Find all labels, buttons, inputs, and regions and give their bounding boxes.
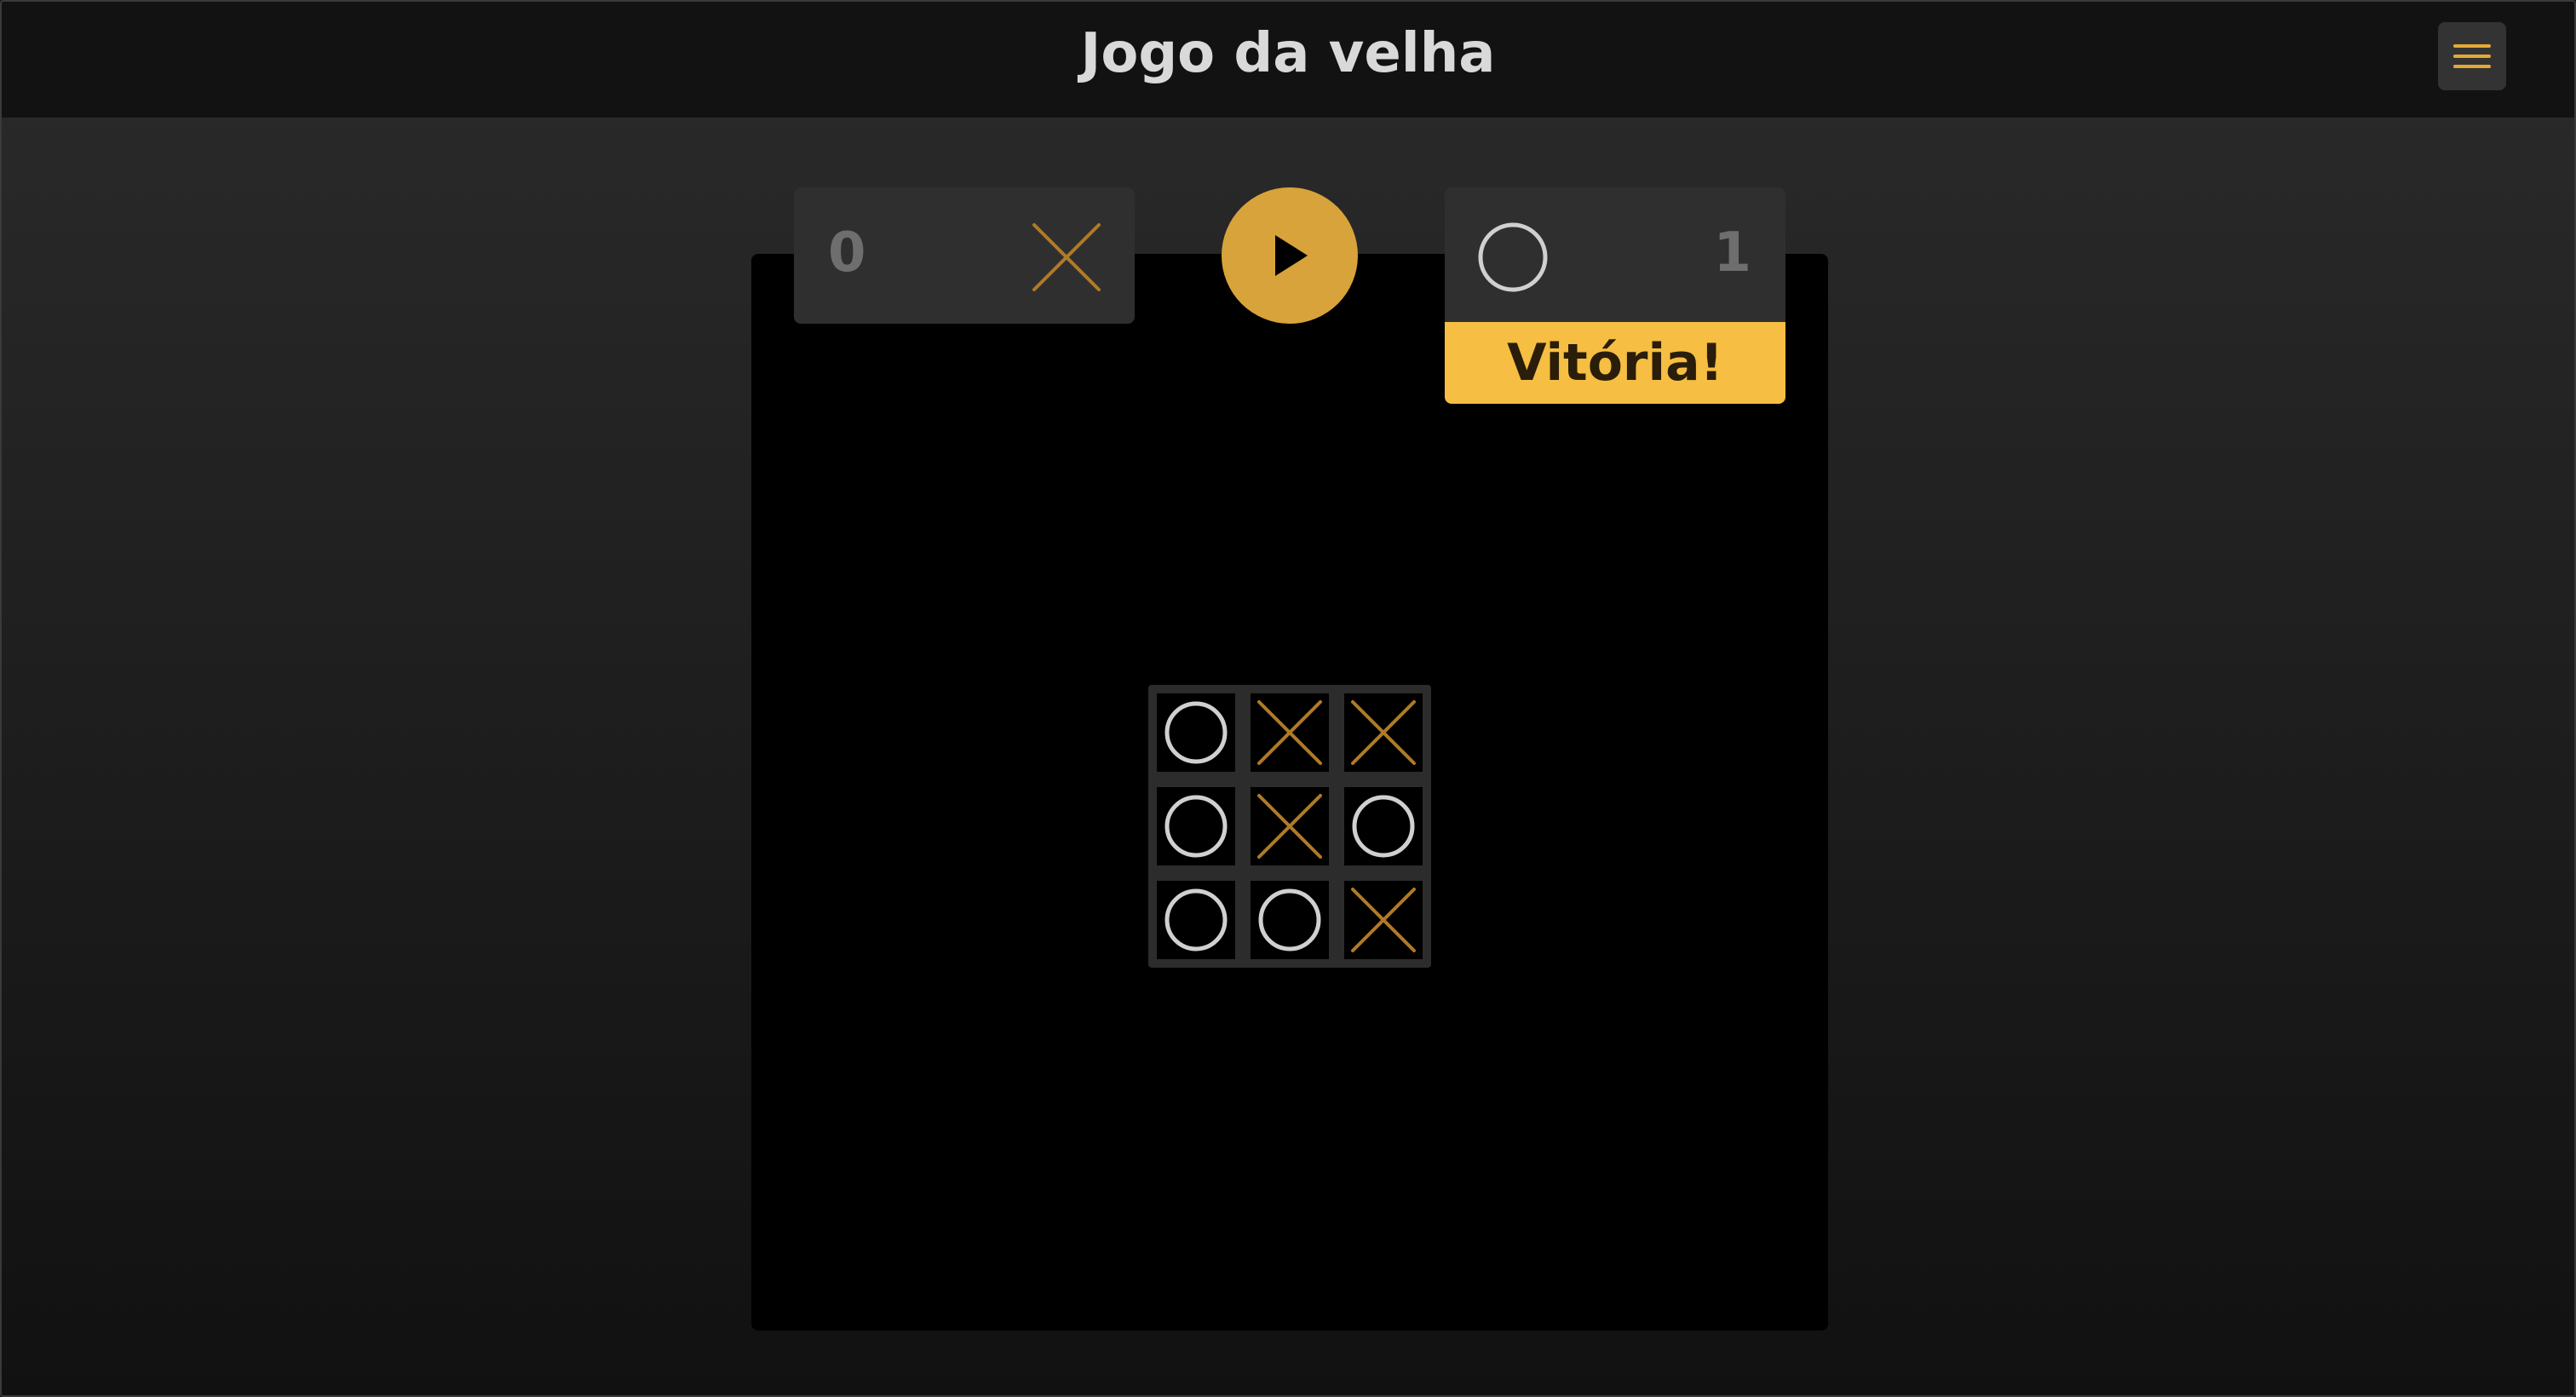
board-cell-0-2[interactable]	[1344, 693, 1423, 772]
app-window: Jogo da velha 0 1 Vitória!	[0, 0, 2576, 1397]
hamburger-menu-icon	[2453, 44, 2491, 68]
o-mark-icon	[1164, 701, 1228, 764]
score-card-o: 1	[1445, 187, 1785, 324]
o-mark-icon	[1478, 222, 1548, 292]
x-mark-icon	[1032, 223, 1101, 291]
score-card-x: 0	[794, 187, 1135, 324]
board-cell-2-0[interactable]	[1157, 881, 1235, 959]
o-mark-icon	[1164, 888, 1228, 951]
score-x: 0	[828, 221, 866, 285]
board-cell-1-1[interactable]	[1251, 787, 1329, 865]
o-mark-icon	[1164, 795, 1228, 858]
board-cell-2-1[interactable]	[1251, 881, 1329, 959]
top-bar: Jogo da velha	[2, 2, 2574, 119]
x-mark-icon	[1257, 700, 1322, 765]
score-o: 1	[1713, 221, 1751, 285]
board-cell-1-0[interactable]	[1157, 787, 1235, 865]
x-mark-icon	[1257, 794, 1322, 859]
board-cell-1-2[interactable]	[1344, 787, 1423, 865]
play-icon	[1275, 235, 1308, 276]
board-cell-0-0[interactable]	[1157, 693, 1235, 772]
win-banner: Vitória!	[1445, 322, 1785, 404]
tic-tac-toe-board	[1148, 685, 1431, 968]
x-mark-icon	[1351, 888, 1416, 952]
page-title: Jogo da velha	[1080, 22, 1496, 85]
x-mark-icon	[1351, 700, 1416, 765]
o-mark-icon	[1258, 888, 1321, 951]
board-cell-0-1[interactable]	[1251, 693, 1329, 772]
board-cell-2-2[interactable]	[1344, 881, 1423, 959]
menu-button[interactable]	[2438, 22, 2506, 90]
o-mark-icon	[1352, 795, 1415, 858]
play-button[interactable]	[1222, 187, 1358, 324]
